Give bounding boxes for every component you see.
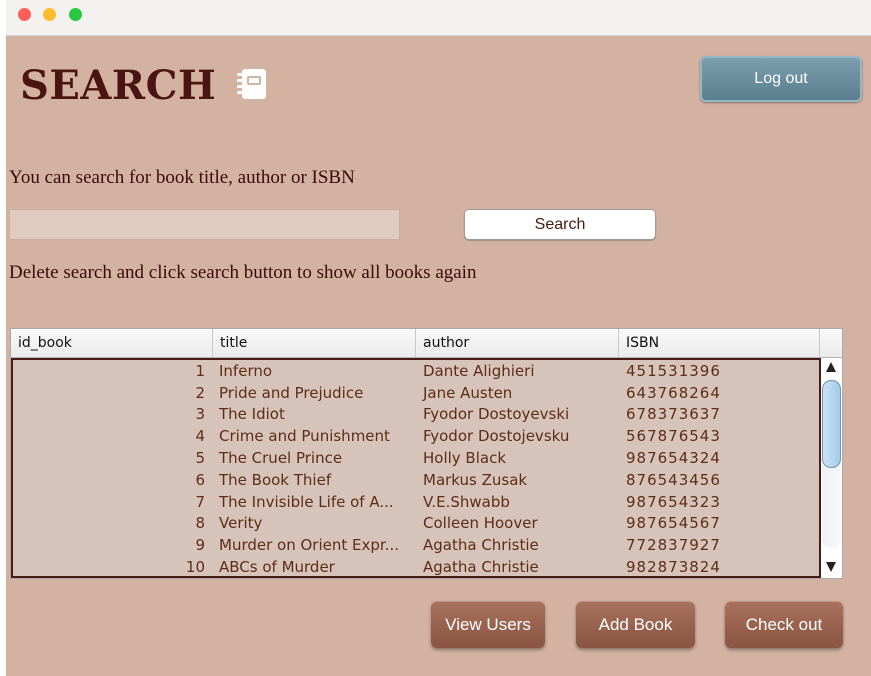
table-row[interactable]: 1 Inferno Dante Alighieri 451531396 [13, 360, 819, 382]
cell-author: Agatha Christie [423, 536, 539, 555]
cell-id-book: 4 [195, 427, 205, 446]
cell-title: Crime and Punishment [219, 427, 390, 446]
table-row[interactable]: 2 Pride and Prejudice Jane Austen 643768… [13, 382, 819, 404]
cell-title: Inferno [219, 361, 273, 380]
notebook-icon [237, 69, 266, 99]
cell-author: Dante Alighieri [423, 361, 535, 380]
cell-author: Fyodor Dostojevsku [423, 427, 570, 446]
cell-isbn: 678373637 [626, 405, 721, 424]
table-header: id_book title author ISBN [11, 329, 842, 358]
cell-title: Murder on Orient Expr... [219, 536, 399, 555]
logout-button[interactable]: Log out [700, 56, 862, 102]
page-title: SEARCH [20, 62, 217, 109]
minimize-window-button[interactable] [43, 8, 56, 21]
cell-id-book: 1 [195, 361, 205, 380]
cell-isbn: 987654323 [626, 492, 721, 511]
cell-id-book: 5 [195, 449, 205, 468]
header-corner [820, 329, 842, 357]
table-row[interactable]: 9 Murder on Orient Expr... Agatha Christ… [13, 534, 819, 556]
cell-isbn: 987654567 [626, 514, 721, 533]
table-body: 1 Inferno Dante Alighieri 451531396 2 Pr… [11, 358, 821, 578]
cell-title: Pride and Prejudice [219, 383, 364, 402]
cell-author: Fyodor Dostoyevski [423, 405, 570, 424]
cell-id-book: 2 [195, 383, 205, 402]
table-row[interactable]: 7 The Invisible Life of A... V.E.Shwabb … [13, 491, 819, 513]
cell-author: V.E.Shwabb [423, 492, 510, 511]
cell-isbn: 987654324 [626, 449, 721, 468]
scroll-thumb[interactable] [822, 380, 841, 468]
cell-isbn: 567876543 [626, 427, 721, 446]
view-users-button[interactable]: View Users [431, 601, 545, 648]
column-header-isbn[interactable]: ISBN [619, 329, 820, 357]
cell-isbn: 772837927 [626, 536, 721, 555]
main-panel: SEARCH Log out You can search for book t… [6, 36, 871, 676]
scroll-down-arrow-icon[interactable] [826, 562, 836, 572]
cell-title: The Cruel Prince [219, 449, 343, 468]
column-header-title[interactable]: title [213, 329, 416, 357]
table-row[interactable]: 3 The Idiot Fyodor Dostoyevski 678373637 [13, 404, 819, 426]
cell-title: The Book Thief [219, 470, 332, 489]
cell-id-book: 7 [195, 492, 205, 511]
window-titlebar [6, 0, 871, 36]
cell-isbn: 643768264 [626, 383, 721, 402]
cell-id-book: 8 [195, 514, 205, 533]
table-row[interactable]: 10 ABCs of Murder Agatha Christie 982873… [13, 556, 819, 577]
table-row[interactable]: 4 Crime and Punishment Fyodor Dostojevsk… [13, 425, 819, 447]
table-row[interactable]: 8 Verity Colleen Hoover 987654567 [13, 513, 819, 535]
search-button[interactable]: Search [464, 209, 656, 240]
books-table: id_book title author ISBN 1 Inferno Dant… [10, 328, 843, 579]
cell-author: Colleen Hoover [423, 514, 538, 533]
cell-title: Verity [219, 514, 263, 533]
cell-title: The Invisible Life of A... [219, 492, 394, 511]
cell-isbn: 451531396 [626, 361, 721, 380]
scroll-up-arrow-icon[interactable] [826, 362, 836, 372]
search-input[interactable] [9, 209, 400, 240]
cell-id-book: 9 [195, 536, 205, 555]
cell-author: Jane Austen [423, 383, 513, 402]
table-scrollbar[interactable] [821, 358, 842, 578]
cell-isbn: 876543456 [626, 470, 721, 489]
maximize-window-button[interactable] [69, 8, 82, 21]
column-header-author[interactable]: author [416, 329, 619, 357]
reset-hint: Delete search and click search button to… [9, 262, 477, 283]
column-header-id-book[interactable]: id_book [11, 329, 213, 357]
cell-title: ABCs of Murder [219, 558, 335, 577]
cell-id-book: 6 [195, 470, 205, 489]
close-window-button[interactable] [18, 8, 31, 21]
cell-id-book: 10 [185, 558, 205, 577]
search-hint: You can search for book title, author or… [9, 167, 355, 188]
cell-author: Markus Zusak [423, 470, 528, 489]
cell-title: The Idiot [219, 405, 285, 424]
cell-isbn: 982873824 [626, 558, 721, 577]
table-row[interactable]: 6 The Book Thief Markus Zusak 876543456 [13, 469, 819, 491]
check-out-button[interactable]: Check out [725, 601, 843, 648]
cell-id-book: 3 [195, 405, 205, 424]
table-row[interactable]: 5 The Cruel Prince Holly Black 987654324 [13, 447, 819, 469]
add-book-button[interactable]: Add Book [576, 601, 695, 648]
cell-author: Agatha Christie [423, 558, 539, 577]
cell-author: Holly Black [423, 449, 507, 468]
